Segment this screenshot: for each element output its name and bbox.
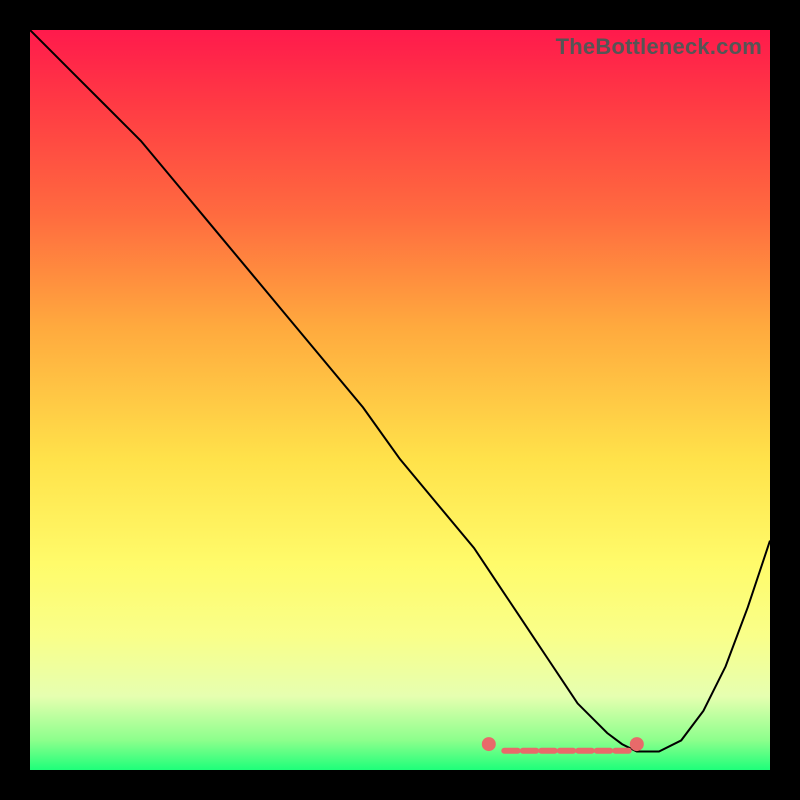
bottleneck-curve	[30, 30, 770, 752]
chart-area: TheBottleneck.com	[30, 30, 770, 770]
sweet-spot-markers	[482, 737, 644, 751]
bottleneck-plot	[30, 30, 770, 770]
sweet-spot-dot	[630, 737, 644, 751]
brand-label: TheBottleneck.com	[556, 34, 762, 60]
sweet-spot-dot	[482, 737, 496, 751]
